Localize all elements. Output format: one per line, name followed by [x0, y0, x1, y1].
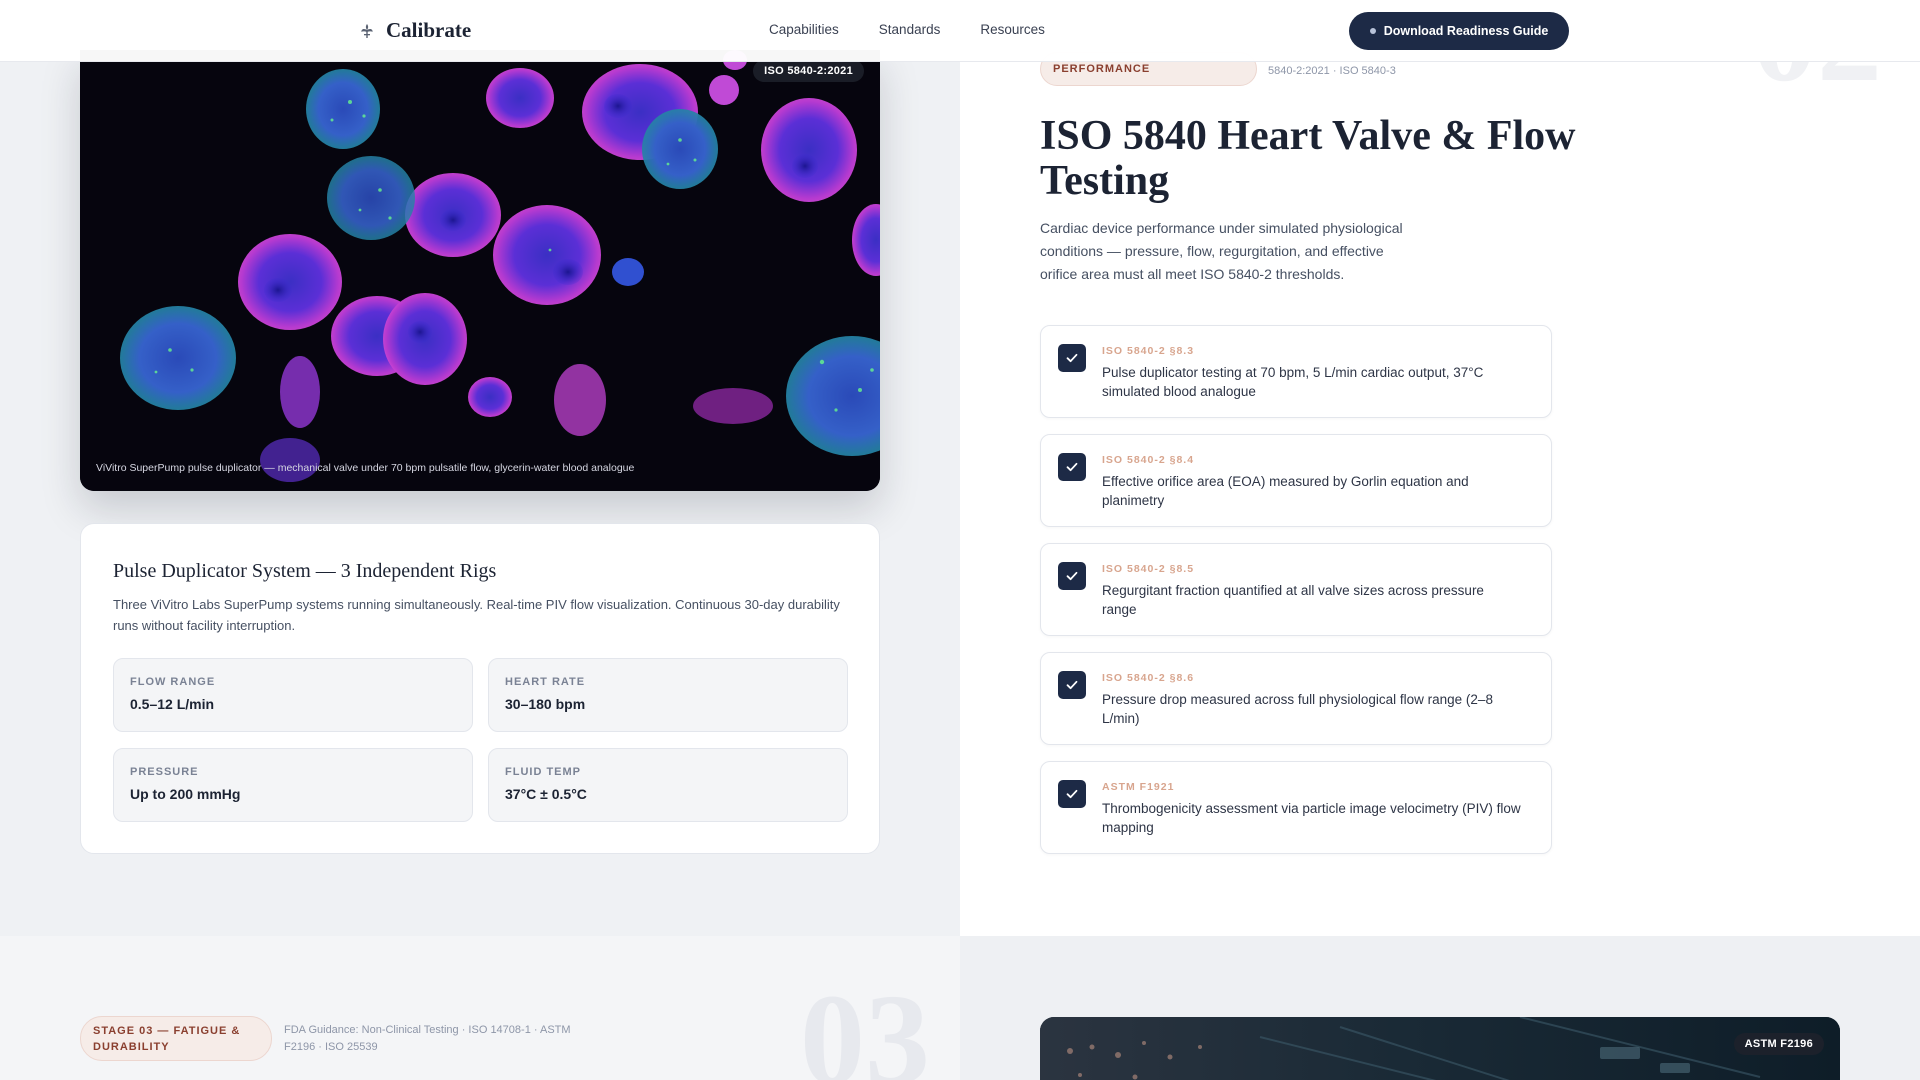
checkmark-icon [1058, 562, 1086, 590]
checklist-item: ISO 5840-2 §8.4 Effective orifice area (… [1040, 434, 1552, 527]
stat-value: 0.5–12 L/min [130, 696, 215, 712]
nav-link-capabilities[interactable]: Capabilities [769, 22, 839, 37]
checklist-standard: ISO 5840-2 §8.3 [1102, 345, 1195, 357]
checklist-text: Effective orifice area (EOA) measured by… [1102, 474, 1469, 508]
checkmark-icon [1058, 453, 1086, 481]
fleur-de-lis-icon [358, 22, 376, 40]
brand-logo[interactable]: Calibrate [358, 18, 471, 43]
nav-link-resources[interactable]: Resources [980, 22, 1045, 37]
checkmark-icon [1058, 671, 1086, 699]
checklist-item: ASTM F1921 Thrombogenicity assessment vi… [1040, 761, 1552, 854]
stat-label: PRESSURE [130, 766, 199, 778]
section-number: 03 [800, 968, 930, 1080]
card-title: Pulse Duplicator System — 3 Independent … [113, 560, 497, 582]
brand-name: Calibrate [386, 18, 472, 42]
circuit-board-illustration [1040, 1017, 1840, 1080]
stat-pressure: PRESSURE Up to 200 mmHg [113, 748, 473, 822]
nav-links: Capabilities Standards Resources [769, 22, 1045, 37]
pulse-duplicator-image: ISO 5840-2:2021 ViVitro SuperPump pulse … [80, 50, 880, 491]
section-title: ISO 5840 Heart Valve & Flow Testing [1040, 113, 1576, 204]
checklist-item: ISO 5840-2 §8.5 Regurgitant fraction qua… [1040, 543, 1552, 636]
stat-label: HEART RATE [505, 676, 586, 688]
checkmark-icon [1058, 344, 1086, 372]
nav-link-standards[interactable]: Standards [879, 22, 941, 37]
checklist-standard: ISO 5840-2 §8.6 [1102, 672, 1195, 684]
checklist-text: Thrombogenicity assessment via particle … [1102, 801, 1521, 835]
fatigue-test-image: ASTM F2196 [1040, 1017, 1840, 1080]
card-description: Three ViVitro Labs SuperPump systems run… [113, 597, 840, 633]
cell-microscopy-illustration [80, 50, 880, 491]
stat-fluid-temp: FLUID TEMP 37°C ± 0.5°C [488, 748, 848, 822]
download-guide-button[interactable]: Download Readiness Guide [1349, 12, 1569, 50]
image-caption: ViVitro SuperPump pulse duplicator — mec… [96, 462, 635, 474]
stat-flow-range: FLOW RANGE 0.5–12 L/min [113, 658, 473, 732]
stat-label: FLUID TEMP [505, 766, 581, 778]
checklist-text: Pulse duplicator testing at 70 bpm, 5 L/… [1102, 365, 1484, 399]
dot-icon [1369, 28, 1376, 34]
stat-value: 37°C ± 0.5°C [505, 786, 587, 802]
checklist-standard: ISO 5840-2 §8.5 [1102, 563, 1195, 575]
checkmark-icon [1058, 780, 1086, 808]
stat-value: Up to 200 mmHg [130, 786, 241, 802]
checklist-standard: ASTM F1921 [1102, 781, 1175, 793]
checklist-item: ISO 5840-2 §8.3 Pulse duplicator testing… [1040, 325, 1552, 418]
standards-reference: 5840-2:2021 · ISO 5840-3 [1268, 65, 1396, 77]
top-navigation: Calibrate Capabilities Standards Resourc… [0, 0, 1920, 62]
stage-badge: STAGE 03 — FATIGUE & DURABILITY [80, 1016, 272, 1061]
checklist-text: Pressure drop measured across full physi… [1102, 692, 1493, 726]
pulse-duplicator-card: Pulse Duplicator System — 3 Independent … [80, 523, 880, 854]
stat-label: FLOW RANGE [130, 676, 216, 688]
stat-heart-rate: HEART RATE 30–180 bpm [488, 658, 848, 732]
guidance-reference: FDA Guidance: Non-Clinical Testing · ISO… [284, 1024, 571, 1053]
checklist-text: Regurgitant fraction quantified at all v… [1102, 583, 1484, 617]
iso-standard-badge: ISO 5840-2:2021 [753, 60, 864, 82]
download-guide-label: Download Readiness Guide [1383, 24, 1549, 38]
requirements-checklist: ISO 5840-2 §8.3 Pulse duplicator testing… [1040, 325, 1552, 870]
stat-value: 30–180 bpm [505, 696, 586, 712]
astm-standard-badge: ASTM F2196 [1733, 1033, 1824, 1055]
checklist-item: ISO 5840-2 §8.6 Pressure drop measured a… [1040, 652, 1552, 745]
section-lead: Cardiac device performance under simulat… [1040, 220, 1403, 282]
checklist-standard: ISO 5840-2 §8.4 [1102, 454, 1195, 466]
